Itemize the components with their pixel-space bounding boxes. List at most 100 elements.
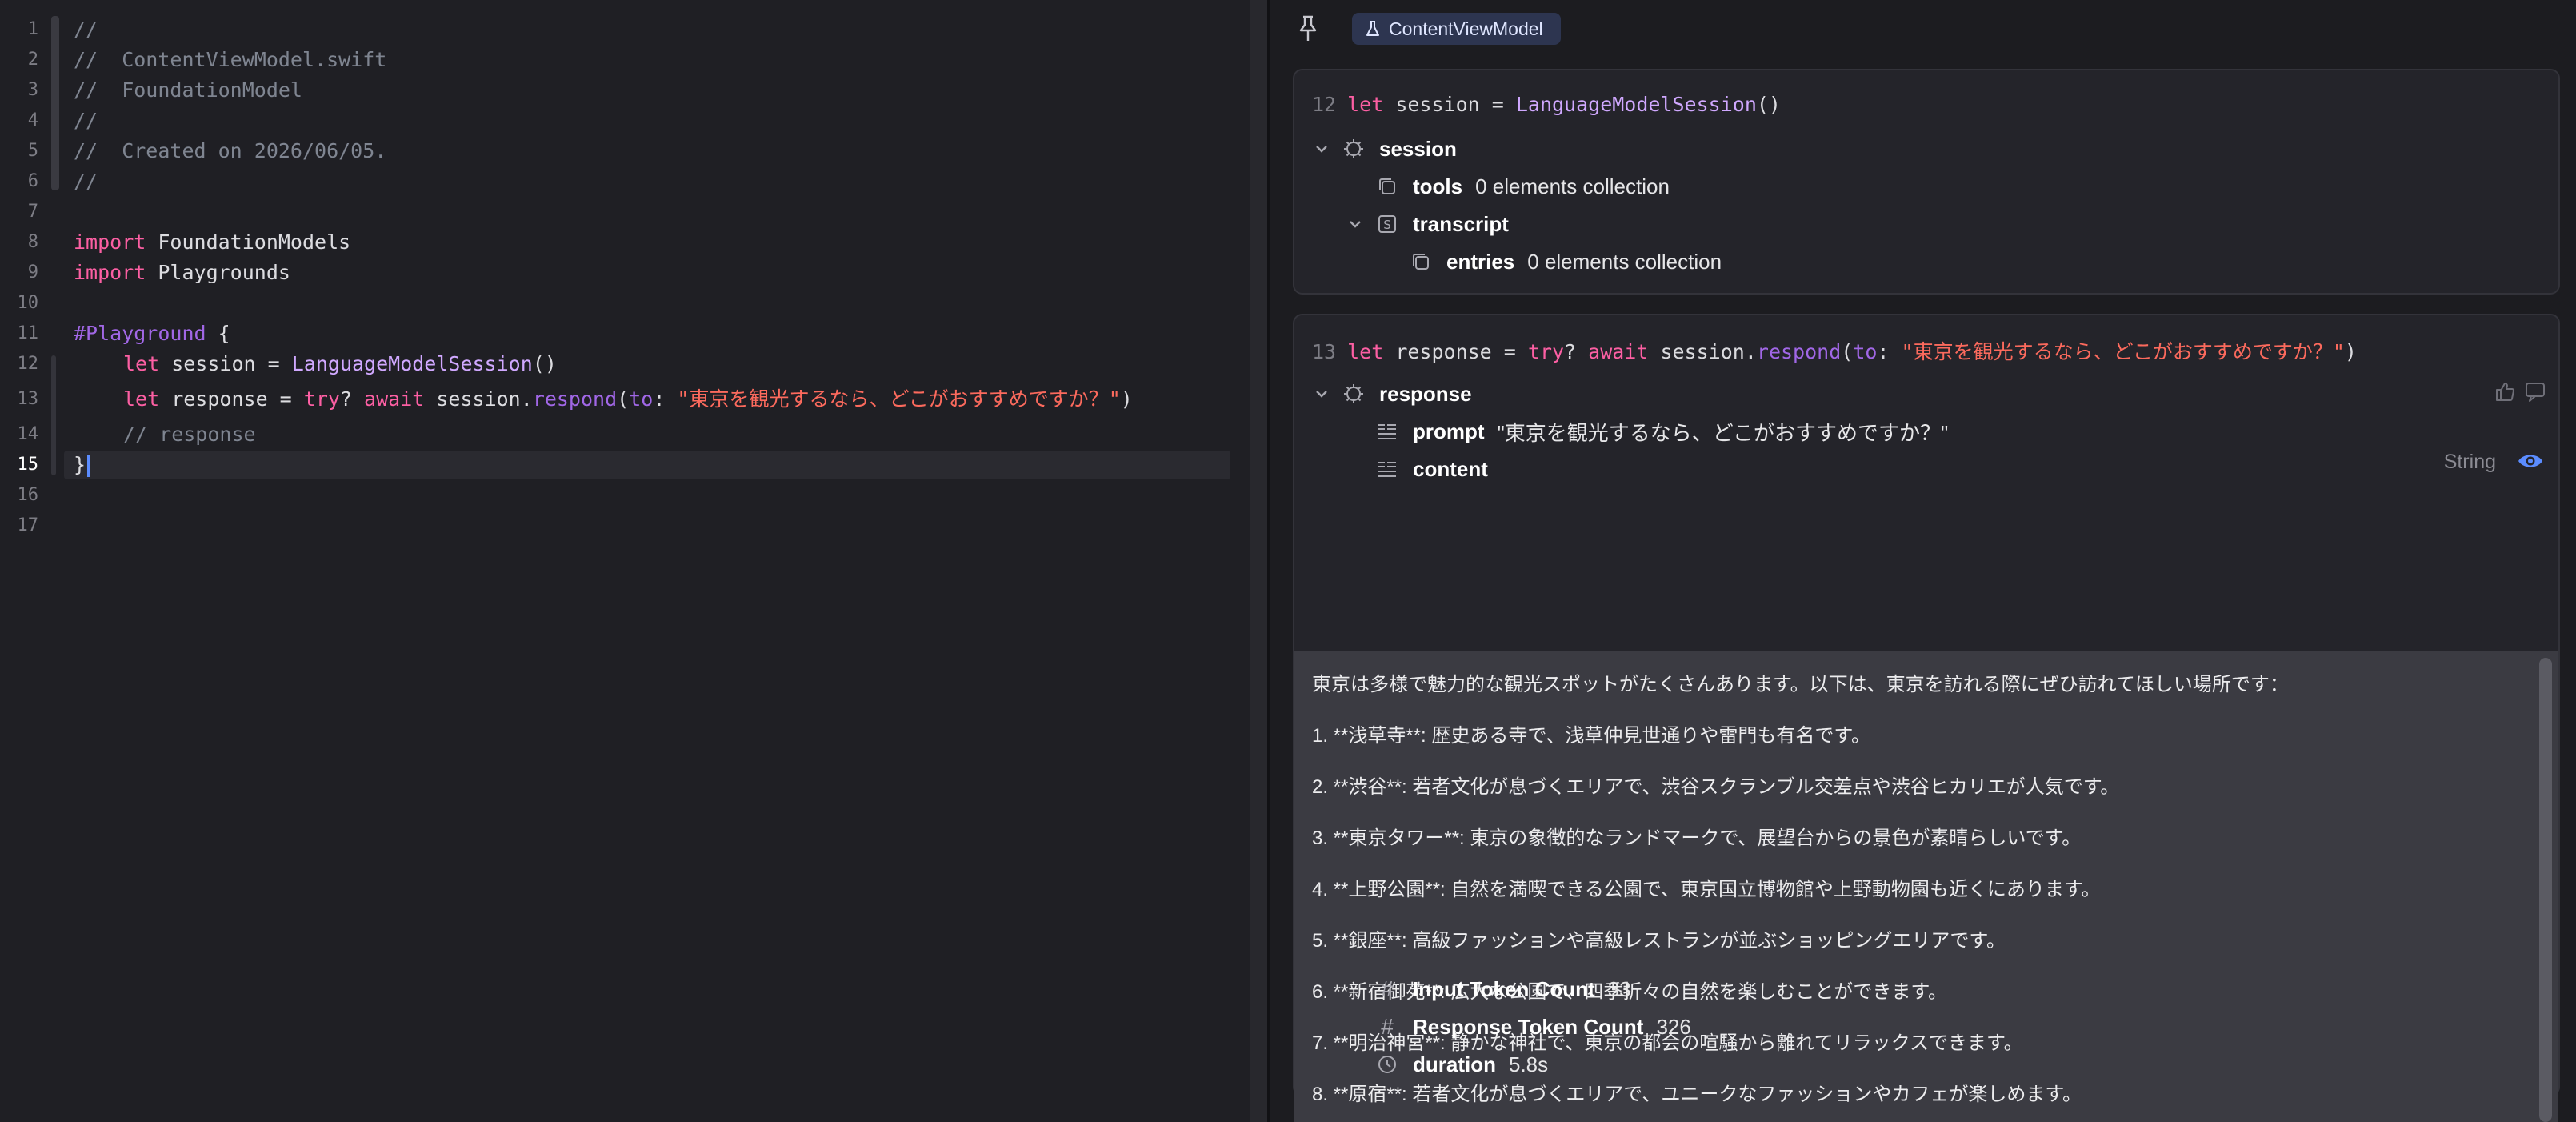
tree-label: Input Token Count xyxy=(1413,976,1595,1001)
tree-label: prompt xyxy=(1413,419,1485,443)
eye-icon[interactable] xyxy=(2517,450,2544,472)
hash-icon: # xyxy=(1381,976,1394,1001)
code-text: : xyxy=(653,387,678,411)
file-tab-label: ContentViewModel xyxy=(1389,18,1543,39)
scope-ribbon xyxy=(51,355,56,475)
code-line-2[interactable]: // ContentViewModel.swift xyxy=(74,48,386,72)
type-name: LanguageModelSession xyxy=(1515,93,1757,116)
line-number: 8 xyxy=(27,232,38,252)
code-line-3[interactable]: // FoundationModel xyxy=(74,78,302,102)
line-number: 7 xyxy=(27,202,38,222)
string-literal: "東京を観光するなら、どこがおすすめですか？" xyxy=(1901,340,2345,363)
open-brace: { xyxy=(206,322,230,345)
result-card-response[interactable]: 13 let response = try? await session.resp… xyxy=(1293,314,2560,1122)
tree-row-tools[interactable]: tools 0 elements collection xyxy=(1376,171,1670,202)
clock-icon xyxy=(1376,1053,1398,1076)
line-number: 1 xyxy=(27,19,38,39)
method-name: respond xyxy=(1756,340,1842,363)
tree-label: entries xyxy=(1446,249,1515,274)
code-editor[interactable]: 1 2 3 4 5 6 7 8 9 10 11 12 13 14 15 16 1… xyxy=(0,0,1248,1122)
code-line-1[interactable]: // xyxy=(74,18,98,42)
code-text: session. xyxy=(424,387,533,411)
tree-label: transcript xyxy=(1413,211,1509,236)
keyword-let: let xyxy=(1347,93,1384,116)
line-number: 10 xyxy=(17,293,39,313)
tree-value: 33 xyxy=(1607,976,1631,1001)
result-expression: 12 let session = LanguageModelSession() xyxy=(1312,93,1781,116)
tree-row-session[interactable]: session xyxy=(1342,134,1470,164)
result-line-number: 13 xyxy=(1312,340,1337,363)
code-line-4[interactable]: // xyxy=(74,109,98,133)
code-line-11[interactable]: #Playground { xyxy=(74,322,230,346)
flask-icon xyxy=(1366,21,1379,36)
content-scrollbar[interactable] xyxy=(2539,658,2552,1122)
hash-icon: # xyxy=(1381,1014,1394,1039)
comment-fold-ribbon xyxy=(51,16,59,190)
object-icon xyxy=(1342,138,1365,160)
code-line-13[interactable]: let response = try? await session.respon… xyxy=(123,387,1133,411)
code-line-6[interactable]: // xyxy=(74,170,98,194)
tree-value: 0 elements collection xyxy=(1475,174,1670,198)
keyword-try: try xyxy=(303,387,340,411)
thumbs-up-icon[interactable] xyxy=(2493,379,2517,403)
playground-results-pane: ContentViewModel 12 let session = Languag… xyxy=(1270,0,2576,1122)
method-name: respond xyxy=(532,387,618,411)
result-card-session[interactable]: 12 let session = LanguageModelSession() s… xyxy=(1293,69,2560,295)
line-number: 4 xyxy=(27,110,38,130)
text-caret xyxy=(87,455,90,477)
editor-scrollbar[interactable] xyxy=(1250,0,1267,1122)
code-text: response = xyxy=(1383,340,1528,363)
close-brace: } xyxy=(74,453,86,476)
tree-value: 5.8s xyxy=(1509,1052,1549,1076)
chevron-down-icon[interactable] xyxy=(1312,139,1331,158)
code-line-15[interactable]: } xyxy=(74,453,90,477)
code-text: () xyxy=(532,352,557,375)
code-text: session. xyxy=(1648,340,1757,363)
tree-value: 326 xyxy=(1656,1014,1691,1039)
code-text: ) xyxy=(1120,387,1133,411)
tree-row-entries[interactable]: entries 0 elements collection xyxy=(1410,246,1722,277)
tree-row-duration[interactable]: duration 5.8s xyxy=(1376,1049,1548,1080)
code-text: session = xyxy=(1383,93,1516,116)
keyword-try: try xyxy=(1527,340,1565,363)
tree-value: "東京を観光するなら、どこがおすすめですか？" xyxy=(1497,420,1949,445)
struct-icon: S xyxy=(1376,213,1398,235)
code-text: ( xyxy=(1841,340,1854,363)
chevron-down-icon[interactable] xyxy=(1346,214,1365,234)
chevron-down-icon[interactable] xyxy=(1312,384,1331,403)
line-number: 13 xyxy=(17,389,39,409)
tree-label: tools xyxy=(1413,174,1463,198)
line-number: 6 xyxy=(27,171,38,191)
file-tab-chip[interactable]: ContentViewModel xyxy=(1352,13,1561,45)
tree-row-content[interactable]: content xyxy=(1376,454,1501,484)
code-text: response = xyxy=(159,387,304,411)
line-number: 12 xyxy=(17,354,39,374)
module-name: Playgrounds xyxy=(146,261,290,284)
collection-icon xyxy=(1410,250,1432,273)
pin-icon[interactable] xyxy=(1296,14,1320,43)
keyword-await: await xyxy=(364,387,425,411)
code-line-5[interactable]: // Created on 2026/06/05. xyxy=(74,139,386,163)
code-text: : xyxy=(1877,340,1902,363)
line-number: 14 xyxy=(17,424,39,444)
code-line-9[interactable]: import Playgrounds xyxy=(74,261,290,285)
module-name: FoundationModels xyxy=(146,230,351,254)
keyword-import: import xyxy=(74,261,146,284)
svg-text:S: S xyxy=(1383,218,1391,232)
code-line-14[interactable]: // response xyxy=(123,423,256,447)
object-icon xyxy=(1342,383,1365,405)
tree-label: duration xyxy=(1413,1052,1496,1076)
code-line-12[interactable]: let session = LanguageModelSession() xyxy=(123,352,557,376)
code-line-8[interactable]: import FoundationModels xyxy=(74,230,350,254)
tree-row-response-token-count[interactable]: # Response Token Count 326 xyxy=(1376,1012,1691,1042)
tree-row-input-token-count[interactable]: # Input Token Count 33 xyxy=(1376,974,1631,1004)
thumbs-down-icon[interactable] xyxy=(2523,379,2547,403)
tree-row-transcript[interactable]: S transcript xyxy=(1376,209,1522,239)
tree-label: session xyxy=(1379,136,1457,161)
keyword-let: let xyxy=(123,387,160,411)
line-number: 17 xyxy=(17,515,39,535)
tree-label: response xyxy=(1379,381,1472,406)
collection-icon xyxy=(1376,175,1398,198)
tree-row-response[interactable]: response xyxy=(1342,379,1485,409)
tree-row-prompt[interactable]: prompt "東京を観光するなら、どこがおすすめですか？" xyxy=(1376,416,1948,447)
